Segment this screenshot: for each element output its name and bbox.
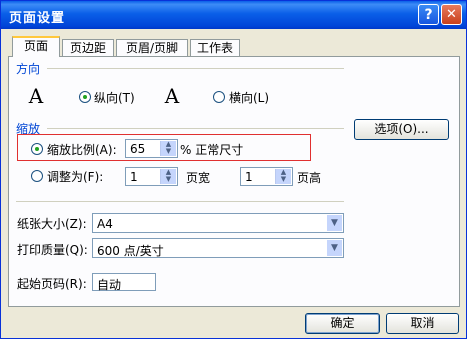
fit-wide-value[interactable]: 1 (130, 170, 138, 184)
scale-value[interactable]: 65 (130, 142, 145, 156)
tab-margins[interactable]: 页边距 (62, 39, 114, 56)
chevron-down-icon[interactable]: ▼ (327, 215, 342, 231)
scale-suffix: % 正常尺寸 (180, 143, 244, 157)
title-bar[interactable]: 页面设置 ? ✕ (1, 1, 466, 29)
tab-header-footer[interactable]: 页眉/页脚 (116, 39, 188, 56)
spin-arrows-icon[interactable]: ▲ ▼ (275, 169, 291, 184)
scale-radio[interactable] (31, 143, 43, 155)
landscape-page-icon: A (164, 84, 180, 108)
help-icon: ? (424, 7, 433, 23)
scale-spinner[interactable]: 65 ▲ ▼ (125, 139, 178, 158)
dialog-title: 页面设置 (9, 11, 66, 26)
close-icon: ✕ (446, 7, 457, 22)
spin-arrows-icon[interactable]: ▲ ▼ (160, 141, 176, 156)
tab-sheet[interactable]: 工作表 (190, 39, 240, 56)
fit-label[interactable]: 调整为(F): (47, 168, 103, 185)
close-button[interactable]: ✕ (441, 4, 462, 25)
portrait-label[interactable]: 纵向(T) (94, 89, 135, 106)
fit-tall-value[interactable]: 1 (245, 170, 253, 184)
fit-tall-spinner[interactable]: 1 ▲ ▼ (240, 167, 293, 186)
options-button[interactable]: 选项(O)... (354, 119, 449, 140)
landscape-radio[interactable] (213, 91, 225, 103)
fit-wide-label: 页宽 (186, 171, 211, 185)
spin-arrows-icon[interactable]: ▲ ▼ (160, 169, 176, 184)
paper-size-label: 纸张大小(Z): (17, 217, 87, 231)
print-quality-value[interactable]: 600 点/英寸 (97, 242, 164, 259)
page-setup-dialog: 页面设置 ? ✕ 页面 页边距 页眉/页脚 工作表 方向 A 纵向(T) A 横… (0, 0, 467, 339)
chevron-down-icon[interactable]: ▼ (327, 240, 342, 256)
portrait-page-icon: A (28, 84, 44, 108)
cancel-button[interactable]: 取消 (386, 313, 459, 334)
tab-page[interactable]: 页面 (12, 36, 60, 57)
fit-tall-label: 页高 (297, 171, 322, 185)
first-page-input[interactable]: 自动 (92, 273, 156, 293)
paper-size-select[interactable]: A4 ▼ (92, 213, 344, 233)
landscape-label[interactable]: 横向(L) (229, 89, 269, 106)
first-page-value[interactable]: 自动 (97, 276, 121, 293)
scaling-bottom-divider (16, 201, 344, 202)
fit-radio[interactable] (31, 170, 43, 182)
scale-label[interactable]: 缩放比例(A): (47, 141, 117, 158)
paper-size-value[interactable]: A4 (97, 217, 113, 231)
first-page-label: 起始页码(R): (17, 277, 87, 291)
fit-wide-spinner[interactable]: 1 ▲ ▼ (125, 167, 178, 186)
scaling-divider (47, 128, 344, 129)
portrait-radio[interactable] (79, 91, 91, 103)
help-button[interactable]: ? (418, 4, 439, 25)
orientation-section-title: 方向 (16, 62, 41, 76)
orientation-divider (47, 68, 344, 69)
print-quality-select[interactable]: 600 点/英寸 ▼ (92, 238, 344, 258)
ok-button[interactable]: 确定 (305, 313, 380, 334)
print-quality-label: 打印质量(Q): (17, 243, 88, 257)
